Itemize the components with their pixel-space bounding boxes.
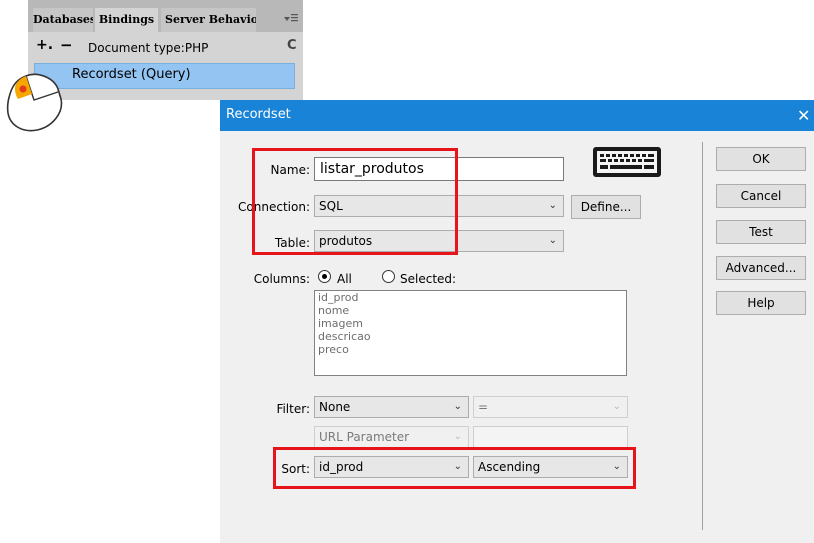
define-button[interactable]: Define... [571, 195, 641, 219]
chevron-down-icon: ⌄ [453, 401, 462, 412]
filter-param-value-input[interactable] [473, 426, 628, 448]
chevron-down-icon: ⌄ [453, 431, 462, 442]
columns-all-label: All [337, 272, 352, 286]
filter-param-type-select[interactable]: URL Parameter ⌄ [314, 426, 469, 448]
columns-label: Columns: [253, 272, 310, 286]
chevron-down-icon: ⌄ [548, 200, 557, 211]
columns-list: id_prod nome imagem descricao preco [316, 292, 624, 357]
cancel-button[interactable]: Cancel [716, 184, 806, 208]
chevron-down-icon: ⌄ [612, 401, 621, 412]
document-type-label: Document type:PHP [88, 41, 209, 55]
columns-selected-radio[interactable] [382, 270, 395, 283]
keyboard-icon[interactable] [592, 146, 662, 178]
tab-bindings[interactable]: Bindings [95, 8, 158, 32]
columns-selected-label: Selected: [400, 272, 457, 286]
add-binding-button[interactable]: +. [36, 37, 53, 53]
dialog-titlebar [220, 100, 814, 131]
remove-binding-button[interactable]: − [60, 36, 73, 54]
columns-all-radio[interactable] [318, 270, 331, 283]
menu-options-icon[interactable] [283, 12, 299, 26]
close-icon[interactable]: ✕ [797, 106, 810, 125]
filter-column-value: None [319, 400, 351, 414]
ok-button[interactable]: OK [716, 147, 806, 171]
mouse-click-icon [2, 72, 72, 134]
tab-server-behaviors[interactable]: Server Behaviors [161, 8, 256, 32]
advanced-button[interactable]: Advanced... [716, 256, 806, 280]
radio-selected-dot [322, 274, 327, 279]
filter-label: Filter: [276, 402, 310, 416]
recordset-item-label: Recordset (Query) [72, 67, 191, 82]
list-item[interactable]: id_prod [316, 292, 624, 305]
filter-operator-value: = [478, 400, 489, 414]
filter-operator-select[interactable]: = ⌄ [473, 396, 628, 418]
button-column-separator [702, 142, 703, 530]
refresh-icon[interactable]: C [287, 38, 297, 53]
tab-databases[interactable]: Databases [33, 8, 93, 32]
highlight-box-name-table [252, 148, 458, 255]
highlight-box-sort [273, 447, 636, 489]
test-button[interactable]: Test [716, 220, 806, 244]
chevron-down-icon: ⌄ [548, 235, 557, 246]
list-item[interactable]: descricao [316, 331, 624, 344]
list-item[interactable]: preco [316, 344, 624, 357]
dialog-title: Recordset [226, 107, 291, 122]
filter-param-type-value: URL Parameter [319, 430, 410, 444]
help-button[interactable]: Help [716, 291, 806, 315]
filter-column-select[interactable]: None ⌄ [314, 396, 469, 418]
